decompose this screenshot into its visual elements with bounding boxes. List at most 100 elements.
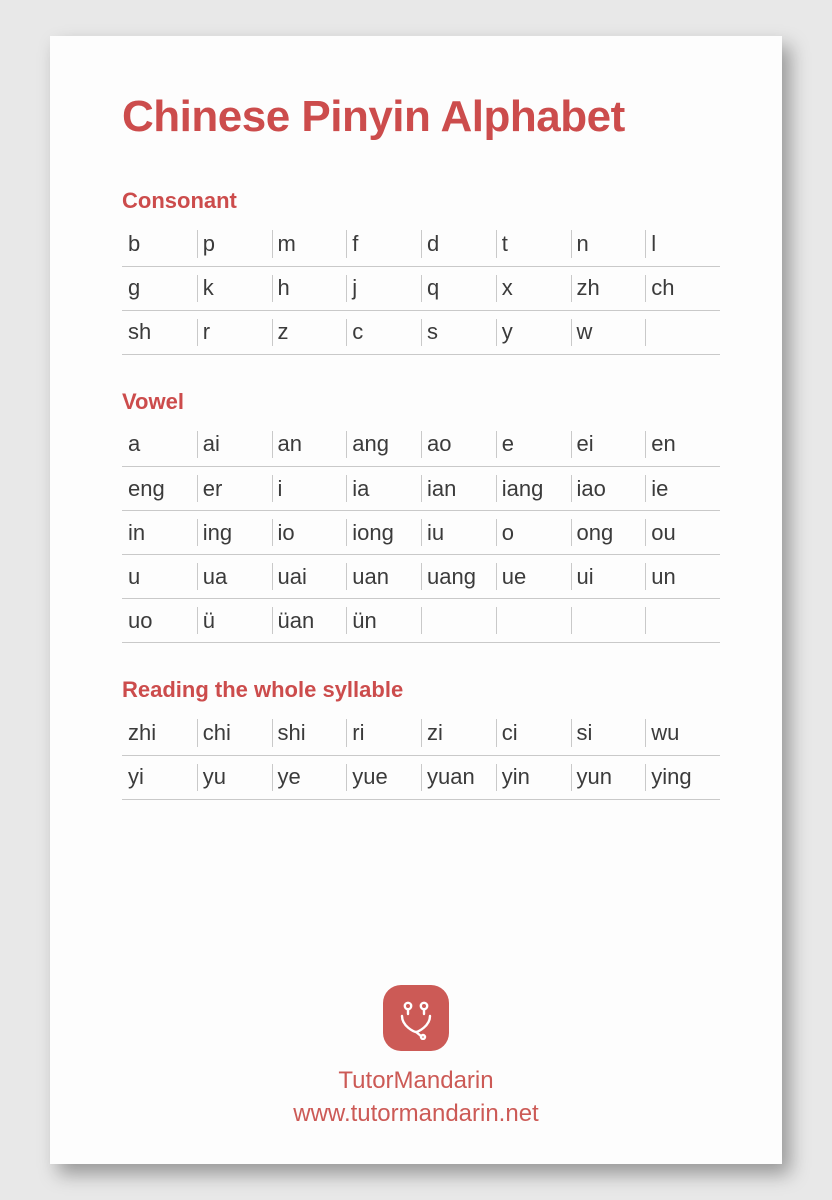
cell: an bbox=[272, 423, 347, 467]
cell: ong bbox=[571, 511, 646, 555]
cell: uang bbox=[421, 555, 496, 599]
cell: q bbox=[421, 266, 496, 310]
brand-url: www.tutormandarin.net bbox=[50, 1098, 782, 1130]
cell: r bbox=[197, 310, 272, 354]
cell: uo bbox=[122, 599, 197, 643]
section-heading-syllable: Reading the whole syllable bbox=[122, 677, 720, 703]
brand-logo-icon bbox=[383, 985, 449, 1051]
cell: p bbox=[197, 222, 272, 266]
cell: iu bbox=[421, 511, 496, 555]
cell bbox=[645, 310, 720, 354]
table-row: in ing io iong iu o ong ou bbox=[122, 511, 720, 555]
cell: ün bbox=[346, 599, 421, 643]
cell: ü bbox=[197, 599, 272, 643]
cell: yu bbox=[197, 755, 272, 799]
cell: u bbox=[122, 555, 197, 599]
cell bbox=[421, 599, 496, 643]
cell: j bbox=[346, 266, 421, 310]
cell: ch bbox=[645, 266, 720, 310]
cell: m bbox=[272, 222, 347, 266]
cell: yin bbox=[496, 755, 571, 799]
section-heading-vowel: Vowel bbox=[122, 389, 720, 415]
cell: o bbox=[496, 511, 571, 555]
cell: k bbox=[197, 266, 272, 310]
cell: yuan bbox=[421, 755, 496, 799]
cell: w bbox=[571, 310, 646, 354]
cell: l bbox=[645, 222, 720, 266]
cell: i bbox=[272, 467, 347, 511]
cell: n bbox=[571, 222, 646, 266]
cell: üan bbox=[272, 599, 347, 643]
cell: ai bbox=[197, 423, 272, 467]
cell bbox=[496, 599, 571, 643]
syllable-table: zhi chi shi ri zi ci si wu yi yu ye yue … bbox=[122, 711, 720, 800]
table-row: zhi chi shi ri zi ci si wu bbox=[122, 711, 720, 755]
cell: yue bbox=[346, 755, 421, 799]
cell: ang bbox=[346, 423, 421, 467]
table-row: sh r z c s y w bbox=[122, 310, 720, 354]
cell: iang bbox=[496, 467, 571, 511]
cell: sh bbox=[122, 310, 197, 354]
table-row: u ua uai uan uang ue ui un bbox=[122, 555, 720, 599]
cell: ao bbox=[421, 423, 496, 467]
cell: eng bbox=[122, 467, 197, 511]
cell: y bbox=[496, 310, 571, 354]
cell: en bbox=[645, 423, 720, 467]
section-heading-consonant: Consonant bbox=[122, 188, 720, 214]
cell: zh bbox=[571, 266, 646, 310]
cell: f bbox=[346, 222, 421, 266]
cell: ou bbox=[645, 511, 720, 555]
cell bbox=[571, 599, 646, 643]
table-row: a ai an ang ao e ei en bbox=[122, 423, 720, 467]
cell: uai bbox=[272, 555, 347, 599]
cell: ua bbox=[197, 555, 272, 599]
consonant-table: b p m f d t n l g k h j q x zh ch sh r z… bbox=[122, 222, 720, 355]
cell: er bbox=[197, 467, 272, 511]
cell: x bbox=[496, 266, 571, 310]
cell: shi bbox=[272, 711, 347, 755]
cell: d bbox=[421, 222, 496, 266]
table-row: yi yu ye yue yuan yin yun ying bbox=[122, 755, 720, 799]
cell: t bbox=[496, 222, 571, 266]
cell: s bbox=[421, 310, 496, 354]
cell: io bbox=[272, 511, 347, 555]
page-title: Chinese Pinyin Alphabet bbox=[122, 92, 720, 142]
cell: e bbox=[496, 423, 571, 467]
table-row: g k h j q x zh ch bbox=[122, 266, 720, 310]
table-row: b p m f d t n l bbox=[122, 222, 720, 266]
document-page: Chinese Pinyin Alphabet Consonant b p m … bbox=[50, 36, 782, 1164]
cell: zi bbox=[421, 711, 496, 755]
cell: yi bbox=[122, 755, 197, 799]
cell: un bbox=[645, 555, 720, 599]
cell: ue bbox=[496, 555, 571, 599]
cell bbox=[645, 599, 720, 643]
cell: ei bbox=[571, 423, 646, 467]
cell: z bbox=[272, 310, 347, 354]
cell: ri bbox=[346, 711, 421, 755]
cell: ye bbox=[272, 755, 347, 799]
table-row: uo ü üan ün bbox=[122, 599, 720, 643]
cell: b bbox=[122, 222, 197, 266]
cell: in bbox=[122, 511, 197, 555]
vowel-table: a ai an ang ao e ei en eng er i ia ian i… bbox=[122, 423, 720, 644]
cell: si bbox=[571, 711, 646, 755]
cell: iong bbox=[346, 511, 421, 555]
cell: ying bbox=[645, 755, 720, 799]
cell: yun bbox=[571, 755, 646, 799]
cell: c bbox=[346, 310, 421, 354]
footer: TutorMandarin www.tutormandarin.net bbox=[50, 985, 782, 1130]
cell: zhi bbox=[122, 711, 197, 755]
cell: ing bbox=[197, 511, 272, 555]
cell: ui bbox=[571, 555, 646, 599]
cell: wu bbox=[645, 711, 720, 755]
cell: ci bbox=[496, 711, 571, 755]
cell: a bbox=[122, 423, 197, 467]
cell: g bbox=[122, 266, 197, 310]
cell: h bbox=[272, 266, 347, 310]
cell: uan bbox=[346, 555, 421, 599]
cell: ia bbox=[346, 467, 421, 511]
brand-name: TutorMandarin bbox=[50, 1065, 782, 1097]
cell: ian bbox=[421, 467, 496, 511]
cell: ie bbox=[645, 467, 720, 511]
cell: iao bbox=[571, 467, 646, 511]
